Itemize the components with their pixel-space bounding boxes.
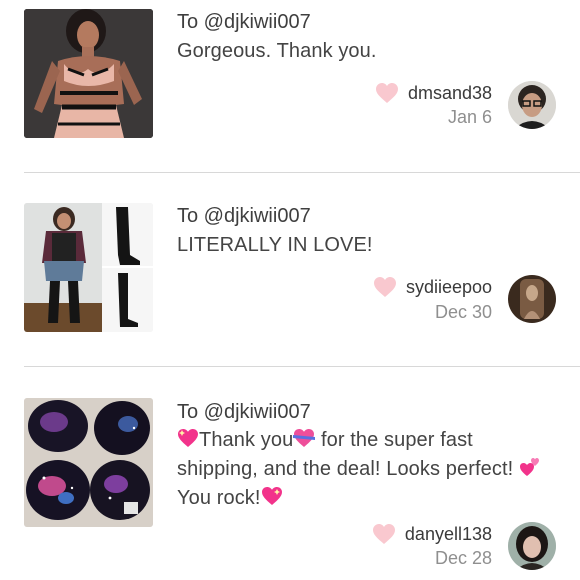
review-message: LITERALLY IN LOVE! — [177, 234, 373, 256]
heart-with-ribbon-icon — [293, 429, 316, 447]
sparkling-heart-icon — [178, 429, 198, 447]
listing-thumbnail[interactable] — [24, 398, 153, 527]
review-date: Dec 30 — [434, 302, 492, 322]
listing-thumbnail[interactable] — [24, 203, 153, 332]
reviewer-username[interactable]: dmsand38 — [408, 83, 492, 104]
recipient-label: To @djkiwii007 — [177, 205, 311, 227]
review-message-part: Thank you — [199, 429, 294, 451]
review-message: Gorgeous. Thank you. — [177, 40, 377, 62]
review-message-part: You rock! — [177, 487, 261, 509]
review-item: To @djkiwii007 Thank you for the super f… — [0, 367, 580, 580]
reviewer-avatar[interactable] — [508, 275, 556, 323]
reviewer-row: dmsand38 — [375, 81, 492, 105]
recipient-label: To @djkiwii007 — [177, 401, 311, 423]
lingerie-photo-icon — [24, 9, 153, 138]
heart-icon[interactable] — [372, 523, 396, 545]
user-avatar-brown-icon — [508, 275, 556, 323]
reviewer-avatar[interactable] — [508, 81, 556, 129]
user-avatar-glasses-icon — [508, 81, 556, 129]
reviewer-avatar[interactable] — [508, 522, 556, 570]
reviewer-row: sydiieepoo — [373, 275, 492, 299]
two-hearts-icon — [519, 458, 539, 476]
outfit-and-boots-photo-icon — [24, 203, 153, 332]
listing-thumbnail[interactable] — [24, 9, 153, 138]
reviewer-username[interactable]: sydiieepoo — [406, 277, 492, 298]
review-date: Dec 28 — [434, 548, 492, 568]
heart-icon[interactable] — [375, 82, 399, 104]
reviewer-row: danyell138 — [372, 522, 492, 546]
review-date: Jan 6 — [447, 107, 492, 127]
galaxy-bras-photo-icon — [24, 398, 153, 527]
heart-icon[interactable] — [373, 276, 397, 298]
user-avatar-woman-icon — [508, 522, 556, 570]
review-item: To @djkiwii007 LITERALLY IN LOVE! sydiie… — [0, 173, 580, 365]
review-message: Thank you for the super fast shipping, a… — [177, 426, 547, 513]
sparkling-heart-icon — [261, 487, 282, 505]
recipient-label: To @djkiwii007 — [177, 11, 311, 33]
review-item: To @djkiwii007 Gorgeous. Thank you. dmsa… — [0, 0, 580, 170]
reviewer-username[interactable]: danyell138 — [405, 524, 492, 545]
